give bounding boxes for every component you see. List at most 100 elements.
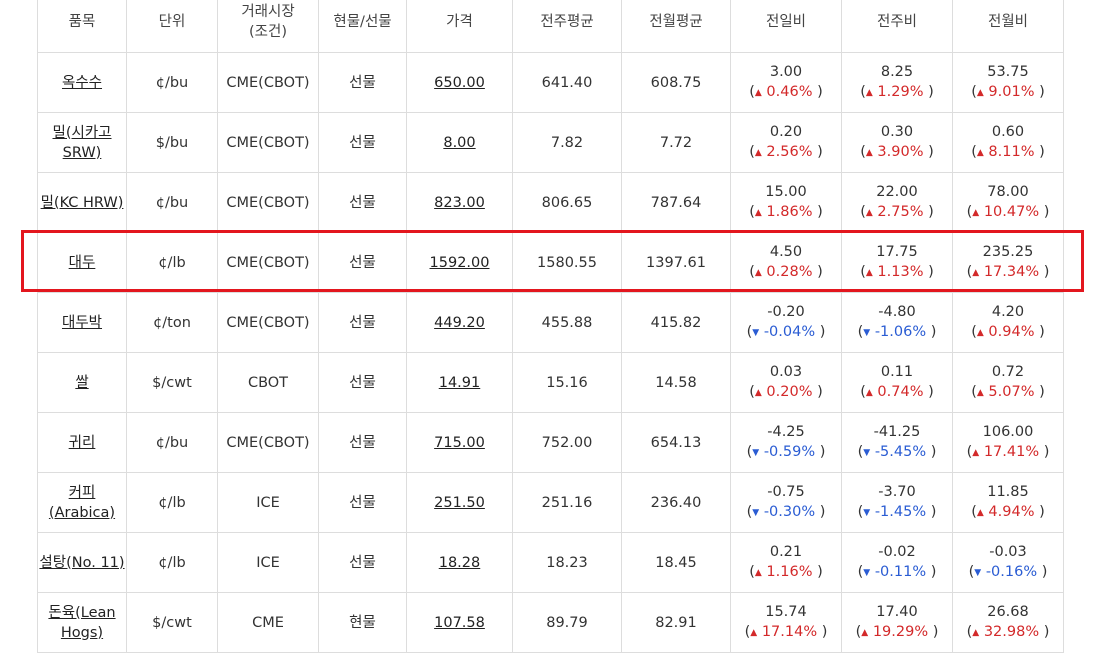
header-unit: 단위 [126, 0, 218, 53]
day-change-cell: 15.00 (▲ 1.86% ) [730, 172, 842, 233]
item-link[interactable]: 커피 (Arabica) [49, 485, 115, 521]
price-link[interactable]: 449.20 [434, 315, 485, 331]
up-arrow-icon: ▲ [976, 148, 984, 158]
unit-cell: $/cwt [126, 592, 218, 653]
commodity-price-table: 품목 단위 거래시장 (조건) 현물/선물 가격 전주평균 전월평균 전일비 전… [37, 0, 1064, 653]
unit-cell: $/cwt [126, 352, 218, 413]
item-link[interactable]: 대두박 [62, 315, 102, 331]
header-spot-futures: 현물/선물 [318, 0, 407, 53]
price-link[interactable]: 1592.00 [430, 255, 490, 271]
up-arrow-icon: ▲ [754, 388, 762, 398]
month-change-value: 235.25 [982, 244, 1034, 260]
up-arrow-icon: ▲ [972, 448, 980, 458]
item-link[interactable]: 돈육(Lean Hogs) [48, 605, 115, 641]
item-link[interactable]: 대두 [69, 255, 96, 271]
week-avg-cell: 752.00 [512, 412, 622, 473]
paren-close: ) [817, 384, 823, 400]
type-cell: 선물 [318, 352, 407, 413]
down-arrow-icon: ▼ [752, 508, 760, 518]
price-cell: 1592.00 [406, 232, 513, 293]
item-cell: 밀(KC HRW) [37, 172, 127, 233]
paren-close: ) [930, 324, 937, 340]
day-change-cell: 0.03 (▲ 0.20% ) [730, 352, 842, 413]
item-cell: 설탕(No. 11) [37, 532, 127, 593]
paren-close: ) [928, 144, 934, 160]
market-cell: CME(CBOT) [217, 172, 319, 233]
month-change-percent: (▲ 17.41% ) [953, 442, 1063, 463]
week-change-cell: -4.80 (▼ -1.06% ) [841, 292, 953, 353]
paren-close: ) [928, 384, 934, 400]
type-cell: 선물 [318, 172, 407, 233]
type-cell: 선물 [318, 472, 407, 533]
paren-close: ) [1043, 204, 1050, 220]
week-change-cell: -41.25 (▼ -5.45% ) [841, 412, 953, 473]
market-cell: ICE [217, 532, 319, 593]
price-link[interactable]: 8.00 [443, 135, 475, 151]
price-link[interactable]: 650.00 [434, 75, 485, 91]
up-arrow-icon: ▲ [750, 628, 758, 638]
item-cell: 옥수수 [37, 52, 127, 113]
week-avg-cell: 89.79 [512, 592, 622, 653]
up-arrow-icon: ▲ [976, 388, 984, 398]
week-change-percent: (▼ -1.45% ) [842, 502, 952, 523]
paren-close: ) [1039, 384, 1045, 400]
day-change-value: 0.20 [769, 124, 803, 140]
week-change-value: -0.02 [878, 544, 916, 560]
paren-close: ) [819, 504, 826, 520]
day-percent-value: -0.30% [763, 504, 816, 520]
price-link[interactable]: 251.50 [434, 495, 485, 511]
paren-close: ) [817, 204, 823, 220]
up-arrow-icon: ▲ [976, 328, 984, 338]
month-change-cell: 53.75 (▲ 9.01% ) [952, 52, 1064, 113]
day-change-cell: 0.21 (▲ 1.16% ) [730, 532, 842, 593]
week-avg-cell: 641.40 [512, 52, 622, 113]
table-row: 돈육(Lean Hogs) $/cwt CME 현물 107.58 89.79 82.91 1… [37, 592, 1064, 653]
month-change-percent: (▲ 17.34% ) [953, 262, 1063, 283]
price-link[interactable]: 107.58 [434, 615, 485, 631]
month-percent-value: 5.07% [988, 384, 1035, 400]
item-link[interactable]: 설탕(No. 11) [39, 555, 124, 571]
item-cell: 대두박 [37, 292, 127, 353]
week-percent-value: 1.13% [877, 264, 924, 280]
month-percent-value: 17.41% [983, 444, 1040, 460]
unit-cell: ¢/bu [126, 412, 218, 473]
month-change-cell: 0.72 (▲ 5.07% ) [952, 352, 1064, 413]
table-row: 커피 (Arabica) ¢/lb ICE 선물 251.50 251.16 236.40-… [37, 472, 1064, 533]
month-change-value: -0.03 [989, 544, 1027, 560]
price-link[interactable]: 18.28 [439, 555, 481, 571]
week-change-percent: (▲ 3.90% ) [842, 142, 952, 163]
month-avg-cell: 654.13 [621, 412, 731, 473]
month-percent-value: 17.34% [983, 264, 1040, 280]
item-link[interactable]: 밀(시카고 SRW) [52, 125, 111, 161]
item-link[interactable]: 옥수수 [62, 75, 102, 91]
price-link[interactable]: 14.91 [439, 375, 481, 391]
item-link[interactable]: 귀리 [69, 435, 96, 451]
day-change-percent: (▲ 0.28% ) [731, 262, 841, 283]
type-cell: 현물 [318, 592, 407, 653]
item-link[interactable]: 밀(KC HRW) [41, 195, 124, 211]
table-row: 밀(시카고 SRW) $/bu CME(CBOT) 선물 8.00 7.82 7.72 0.2… [37, 112, 1064, 173]
item-link[interactable]: 쌀 [75, 375, 88, 391]
paren-close: ) [930, 444, 937, 460]
price-link[interactable]: 715.00 [434, 435, 485, 451]
day-change-percent: (▼ -0.30% ) [731, 502, 841, 523]
week-change-percent: (▲ 1.29% ) [842, 82, 952, 103]
paren-close: ) [932, 624, 939, 640]
price-cell: 18.28 [406, 532, 513, 593]
down-arrow-icon: ▼ [752, 328, 760, 338]
day-change-value: 15.00 [765, 184, 807, 200]
month-percent-value: 10.47% [983, 204, 1040, 220]
up-arrow-icon: ▲ [976, 508, 984, 518]
week-percent-value: -1.45% [874, 504, 927, 520]
up-arrow-icon: ▲ [865, 148, 873, 158]
week-change-percent: (▲ 0.74% ) [842, 382, 952, 403]
day-change-cell: 0.20 (▲ 2.56% ) [730, 112, 842, 173]
market-cell: CME(CBOT) [217, 52, 319, 113]
week-change-percent: (▲ 1.13% ) [842, 262, 952, 283]
up-arrow-icon: ▲ [865, 388, 873, 398]
item-cell: 귀리 [37, 412, 127, 473]
price-link[interactable]: 823.00 [434, 195, 485, 211]
week-avg-cell: 251.16 [512, 472, 622, 533]
unit-cell: ¢/bu [126, 172, 218, 233]
header-month-change: 전월비 [952, 0, 1064, 53]
